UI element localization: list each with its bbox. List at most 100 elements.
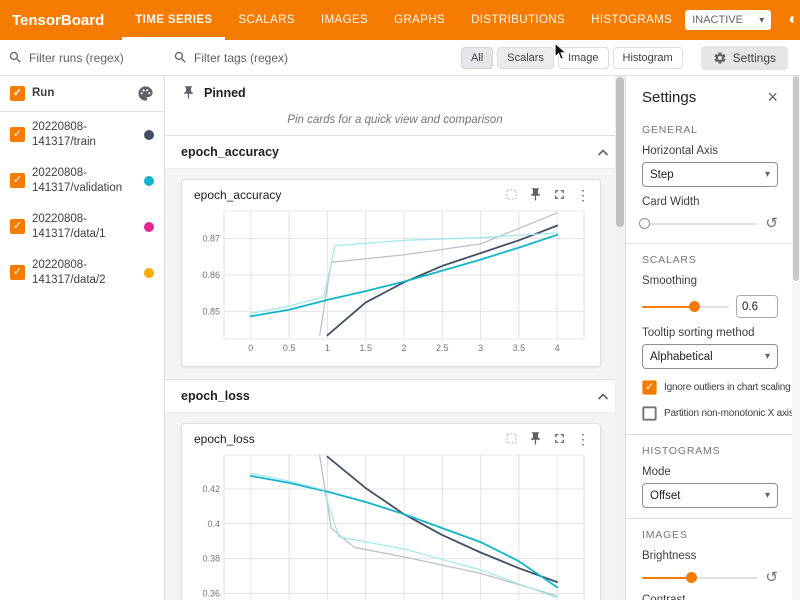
filter-runs-input[interactable]: [29, 51, 157, 65]
tag-group-epoch-accuracy: epoch_accuracy epoch_accuracy ⋮: [165, 136, 625, 380]
chevron-down-icon: ▾: [765, 490, 770, 501]
epoch-accuracy-chart[interactable]: 00.511.522.533.540.850.860.87: [190, 205, 592, 355]
top-bar: TensorBoard TIME SERIES SCALARS IMAGES G…: [0, 0, 800, 40]
topbar-actions: INACTIVE ▾ ◐ ?: [685, 10, 800, 30]
tag-group-body: epoch_accuracy ⋮ 00.511.522.533.540.850.…: [165, 169, 625, 380]
palette-icon: [137, 85, 154, 102]
filter-tags-input[interactable]: [194, 51, 449, 65]
settings-button[interactable]: Settings: [701, 46, 788, 70]
horizontal-axis-value: Step: [650, 169, 674, 181]
run-label: 20220808-141317/validation: [32, 166, 137, 196]
chevron-down-icon: ▾: [759, 15, 764, 26]
smoothing-control: [642, 295, 778, 318]
slider-thumb[interactable]: [689, 301, 700, 312]
app-logo[interactable]: TensorBoard: [0, 12, 122, 29]
card-actions: ⋮: [504, 187, 590, 202]
pinned-section-header: Pinned: [165, 76, 625, 109]
histogram-mode-value: Offset: [650, 490, 680, 502]
chip-all[interactable]: All: [461, 47, 493, 69]
tag-group-title: epoch_accuracy: [181, 145, 279, 159]
horizontal-axis-select[interactable]: Step ▾: [642, 162, 778, 187]
section-title: HISTOGRAMS: [642, 445, 778, 457]
runs-header-row: ✓ Run: [0, 76, 164, 112]
tab-histograms[interactable]: HISTOGRAMS: [578, 0, 685, 40]
settings-panel: Settings × GENERAL Horizontal Axis Step …: [625, 76, 800, 600]
svg-text:0.86: 0.86: [202, 270, 220, 280]
svg-text:0.38: 0.38: [202, 554, 220, 564]
tab-graphs[interactable]: GRAPHS: [381, 0, 458, 40]
reset-icon[interactable]: ↺: [765, 570, 778, 585]
run-checkbox[interactable]: ✓: [10, 173, 25, 188]
cards-area: Pinned Pin cards for a quick view and co…: [165, 76, 625, 600]
run-row[interactable]: ✓ 20220808-141317/validation: [0, 158, 164, 204]
run-row[interactable]: ✓ 20220808-141317/train: [0, 112, 164, 158]
body-layout: ✓ Run ✓ 20220808-141317/train ✓ 20220808…: [0, 76, 800, 600]
scrollbar-thumb[interactable]: [793, 76, 799, 281]
run-label: 20220808-141317/data/2: [32, 258, 137, 288]
card-width-control: ↺: [642, 216, 778, 231]
svg-text:4: 4: [555, 343, 560, 353]
filter-toolbar: All Scalars Image Histogram Settings: [0, 40, 800, 76]
reset-icon[interactable]: ↺: [765, 216, 778, 231]
epoch-loss-chart[interactable]: 00.511.522.533.540.360.380.40.42: [190, 449, 592, 600]
chip-histogram[interactable]: Histogram: [613, 47, 683, 69]
svg-text:1.5: 1.5: [359, 343, 372, 353]
card-width-slider[interactable]: [642, 223, 758, 225]
tag-group-epoch-loss: epoch_loss epoch_loss ⋮: [165, 380, 625, 600]
scalar-card-epoch-accuracy: epoch_accuracy ⋮ 00.511.522.533.540.850.…: [181, 179, 601, 367]
tag-group-header[interactable]: epoch_loss: [165, 380, 625, 413]
run-checkbox[interactable]: ✓: [10, 127, 25, 142]
tag-group-header[interactable]: epoch_accuracy: [165, 136, 625, 169]
more-options-icon[interactable]: ⋮: [576, 432, 590, 446]
svg-text:3: 3: [478, 343, 483, 353]
histogram-mode-select[interactable]: Offset ▾: [642, 483, 778, 508]
runs-sidebar: ✓ Run ✓ 20220808-141317/train ✓ 20220808…: [0, 76, 165, 600]
tooltip-sorting-value: Alphabetical: [650, 351, 713, 363]
select-all-runs-checkbox[interactable]: ✓: [10, 86, 25, 101]
run-checkbox[interactable]: ✓: [10, 219, 25, 234]
slider-thumb[interactable]: [639, 218, 650, 229]
panel-scrollbar[interactable]: [792, 76, 800, 600]
svg-text:2: 2: [401, 343, 406, 353]
theme-toggle-icon[interactable]: ◐: [784, 11, 800, 29]
fit-domain-icon[interactable]: [504, 187, 519, 202]
run-label: 20220808-141317/data/1: [32, 212, 137, 242]
runs-filter-box: [0, 50, 165, 65]
close-icon[interactable]: ×: [767, 88, 778, 106]
reload-status-select[interactable]: INACTIVE ▾: [685, 10, 771, 30]
tags-filter-box: All Scalars Image Histogram: [165, 47, 701, 69]
chip-scalars[interactable]: Scalars: [497, 47, 554, 69]
fit-domain-icon[interactable]: [504, 431, 519, 446]
main-scrollbar[interactable]: [615, 76, 625, 600]
tab-distributions[interactable]: DISTRIBUTIONS: [458, 0, 578, 40]
ignore-outliers-checkbox[interactable]: ✓: [642, 380, 656, 394]
pin-card-icon[interactable]: [528, 187, 543, 202]
tab-scalars[interactable]: SCALARS: [225, 0, 308, 40]
scrollbar-thumb[interactable]: [616, 77, 624, 227]
chevron-down-icon: ▾: [765, 169, 770, 180]
partition-x-axis-checkbox[interactable]: ✓: [642, 406, 656, 420]
chevron-up-icon: [597, 392, 609, 401]
more-options-icon[interactable]: ⋮: [576, 188, 590, 202]
run-checkbox[interactable]: ✓: [10, 265, 25, 280]
run-color-dot: [144, 268, 154, 278]
ignore-outliers-row[interactable]: ✓ Ignore outliers in chart scaling: [642, 380, 778, 395]
slider-thumb[interactable]: [686, 572, 697, 583]
tensorboard-app: TensorBoard TIME SERIES SCALARS IMAGES G…: [0, 0, 800, 600]
partition-x-axis-row[interactable]: ✓ Partition non-monotonic X axis i: [642, 406, 778, 421]
run-row[interactable]: ✓ 20220808-141317/data/2: [0, 250, 164, 296]
fullscreen-icon[interactable]: [552, 431, 567, 446]
tooltip-sorting-select[interactable]: Alphabetical ▾: [642, 344, 778, 369]
pin-card-icon[interactable]: [528, 431, 543, 446]
brightness-slider[interactable]: [642, 577, 758, 579]
card-header: epoch_loss ⋮: [190, 424, 592, 449]
smoothing-value-input[interactable]: [736, 295, 778, 318]
tab-time-series[interactable]: TIME SERIES: [122, 0, 225, 40]
smoothing-slider[interactable]: [642, 306, 729, 308]
histogram-mode-label: Mode: [642, 466, 778, 478]
chip-image[interactable]: Image: [558, 47, 609, 69]
tab-images[interactable]: IMAGES: [308, 0, 381, 40]
search-icon: [8, 50, 23, 65]
run-row[interactable]: ✓ 20220808-141317/data/1: [0, 204, 164, 250]
fullscreen-icon[interactable]: [552, 187, 567, 202]
